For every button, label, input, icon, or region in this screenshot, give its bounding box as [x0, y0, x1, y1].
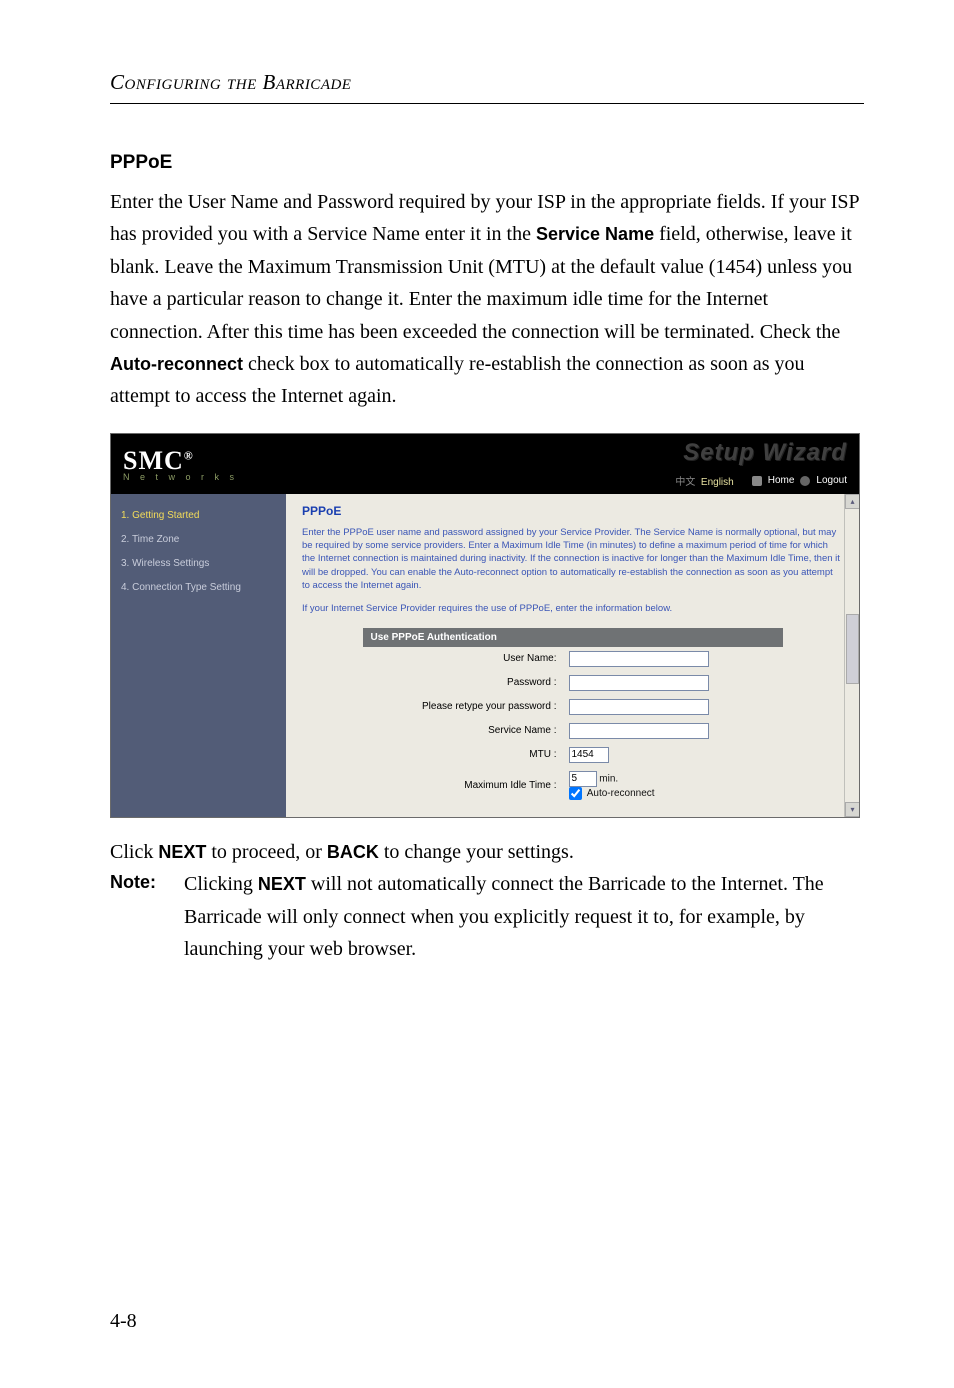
logo-subtext: N e t w o r k s: [123, 472, 238, 482]
header-buttons: Home Logout: [752, 475, 847, 486]
section-title: PPPoE: [110, 152, 864, 174]
after-shot-paragraph: Click NEXT to proceed, or BACK to change…: [110, 836, 864, 868]
retype-password-input[interactable]: [569, 699, 709, 715]
next-term: NEXT: [158, 842, 206, 862]
logout-icon[interactable]: [800, 476, 810, 486]
scroll-thumb[interactable]: [846, 614, 859, 684]
wizard-title: Setup Wizard: [683, 439, 847, 467]
sidebar-step-1[interactable]: 1. Getting Started: [121, 504, 276, 528]
smc-logo: SMC®: [123, 446, 194, 475]
table-header: Use PPPoE Authentication: [363, 628, 783, 647]
pppoe-form-table: Use PPPoE Authentication User Name: Pass…: [363, 628, 783, 804]
lang-english-link[interactable]: English: [701, 477, 734, 488]
text: Clicking: [184, 873, 258, 895]
running-head: Configuring the Barricade: [110, 70, 864, 95]
auto-reconnect-label: Auto-reconnect: [587, 788, 655, 799]
note-label: Note:: [110, 868, 184, 965]
text: to change your settings.: [379, 841, 574, 863]
idle-unit: min.: [599, 773, 618, 784]
user-name-label: User Name:: [363, 647, 563, 671]
header-rule: [110, 103, 864, 104]
router-screenshot: SMC® N e t w o r k s Setup Wizard 中文 Eng…: [110, 433, 860, 818]
content-title: PPPoE: [302, 504, 843, 518]
scrollbar[interactable]: ▴ ▾: [844, 494, 859, 817]
home-link[interactable]: Home: [768, 475, 795, 486]
service-name-term: Service Name: [536, 224, 654, 244]
lang-chinese-link[interactable]: 中文: [675, 477, 695, 488]
text: Click: [110, 841, 158, 863]
password-input[interactable]: [569, 675, 709, 691]
max-idle-label: Maximum Idle Time :: [363, 767, 563, 804]
password-label: Password :: [363, 671, 563, 695]
next-term: NEXT: [258, 874, 306, 894]
sidebar-step-2[interactable]: 2. Time Zone: [121, 528, 276, 552]
sidebar-step-4[interactable]: 4. Connection Type Setting: [121, 576, 276, 600]
note-text: Clicking NEXT will not automatically con…: [184, 868, 864, 965]
retype-password-label: Please retype your password :: [363, 695, 563, 719]
header-right: Setup Wizard 中文 English Home Logout: [675, 439, 847, 488]
screenshot-header: SMC® N e t w o r k s Setup Wizard 中文 Eng…: [111, 434, 859, 494]
logo-text: SMC: [123, 446, 184, 475]
auto-reconnect-checkbox[interactable]: [569, 787, 582, 800]
sidebar-step-3[interactable]: 3. Wireless Settings: [121, 552, 276, 576]
back-term: BACK: [327, 842, 379, 862]
auto-reconnect-term: Auto-reconnect: [110, 354, 243, 374]
service-name-label: Service Name :: [363, 719, 563, 743]
page-number: 4-8: [110, 1310, 137, 1333]
service-name-input[interactable]: [569, 723, 709, 739]
scroll-down-icon[interactable]: ▾: [845, 802, 859, 817]
content-blurb: Enter the PPPoE user name and password a…: [302, 526, 843, 592]
wizard-content: PPPoE Enter the PPPoE user name and pass…: [286, 494, 859, 817]
home-icon[interactable]: [752, 476, 762, 486]
wizard-sidebar: 1. Getting Started 2. Time Zone 3. Wirel…: [111, 494, 286, 817]
logout-link[interactable]: Logout: [816, 475, 847, 486]
logo-reg: ®: [184, 448, 194, 462]
screenshot-body: 1. Getting Started 2. Time Zone 3. Wirel…: [111, 494, 859, 817]
mtu-input[interactable]: [569, 747, 609, 763]
text: to proceed, or: [206, 841, 327, 863]
logo-block: SMC® N e t w o r k s: [123, 446, 238, 482]
scroll-up-icon[interactable]: ▴: [845, 494, 859, 509]
content-blurb2: If your Internet Service Provider requir…: [302, 602, 843, 615]
language-bar: 中文 English: [675, 473, 733, 488]
note-block: Note: Clicking NEXT will not automatical…: [110, 868, 864, 965]
mtu-label: MTU :: [363, 743, 563, 767]
max-idle-input[interactable]: [569, 771, 597, 787]
body-paragraph: Enter the User Name and Password require…: [110, 186, 864, 413]
user-name-input[interactable]: [569, 651, 709, 667]
